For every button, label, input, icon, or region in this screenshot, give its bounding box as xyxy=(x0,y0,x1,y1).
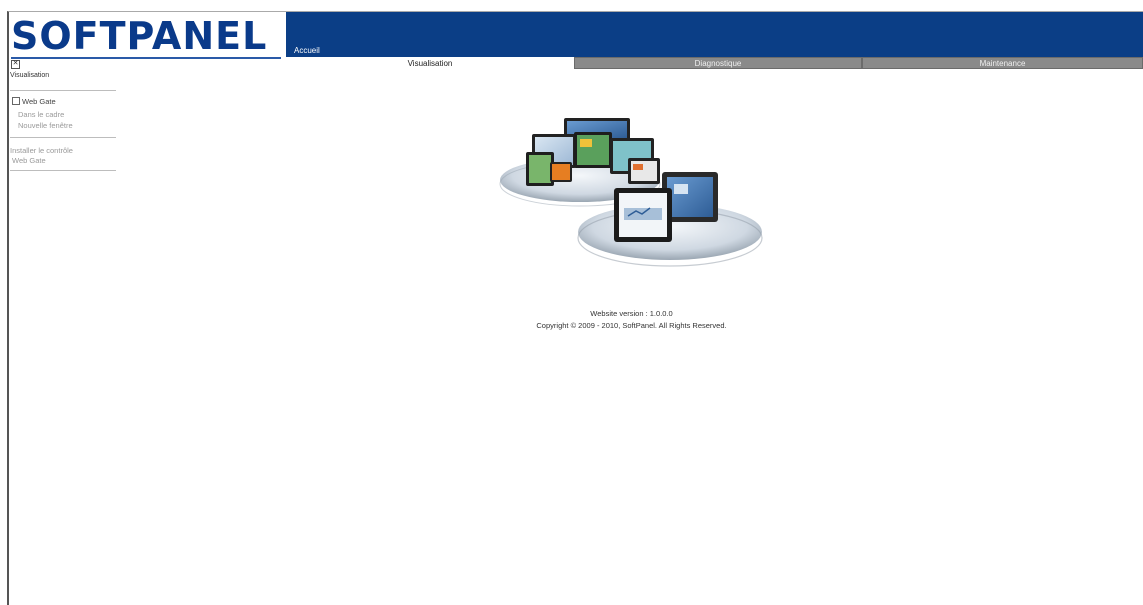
home-link[interactable]: Accueil xyxy=(294,46,320,55)
sidebar-item-nouvelle-fenetre[interactable]: Nouvelle fenêtre xyxy=(18,121,73,130)
softpanel-logo: SOFTPANEL xyxy=(11,14,268,58)
logo-underline xyxy=(11,57,281,59)
checkbox-icon xyxy=(12,97,20,105)
page-frame xyxy=(7,11,1143,605)
tab-visualisation[interactable]: Visualisation xyxy=(286,57,574,69)
website-version: Website version : 1.0.0.0 xyxy=(590,309,673,318)
tab-maintenance[interactable]: Maintenance xyxy=(862,57,1143,69)
header-banner: Accueil xyxy=(286,12,1143,57)
tab-bar: Visualisation Diagnostique Maintenance xyxy=(286,57,1143,71)
sidebar-item-label: Web Gate xyxy=(22,97,56,106)
close-icon[interactable]: ✕ xyxy=(11,60,20,69)
sidebar-divider xyxy=(10,170,116,171)
sidebar-divider xyxy=(10,90,116,91)
sidebar-item-web-gate[interactable]: Web Gate xyxy=(12,97,56,106)
sidebar-divider xyxy=(10,137,116,138)
product-panels-illustration xyxy=(499,118,763,267)
sidebar-item-install-web-gate[interactable]: Web Gate xyxy=(12,156,46,165)
sidebar-item-dans-le-cadre[interactable]: Dans le cadre xyxy=(18,110,64,119)
sidebar-item-install-control[interactable]: Installer le contrôle xyxy=(10,146,73,155)
copyright-text: Copyright © 2009 - 2010, SoftPanel. All … xyxy=(536,321,727,330)
sidebar-title: Visualisation xyxy=(10,72,50,79)
tab-diagnostique[interactable]: Diagnostique xyxy=(574,57,862,69)
logo-area: SOFTPANEL xyxy=(9,12,284,59)
